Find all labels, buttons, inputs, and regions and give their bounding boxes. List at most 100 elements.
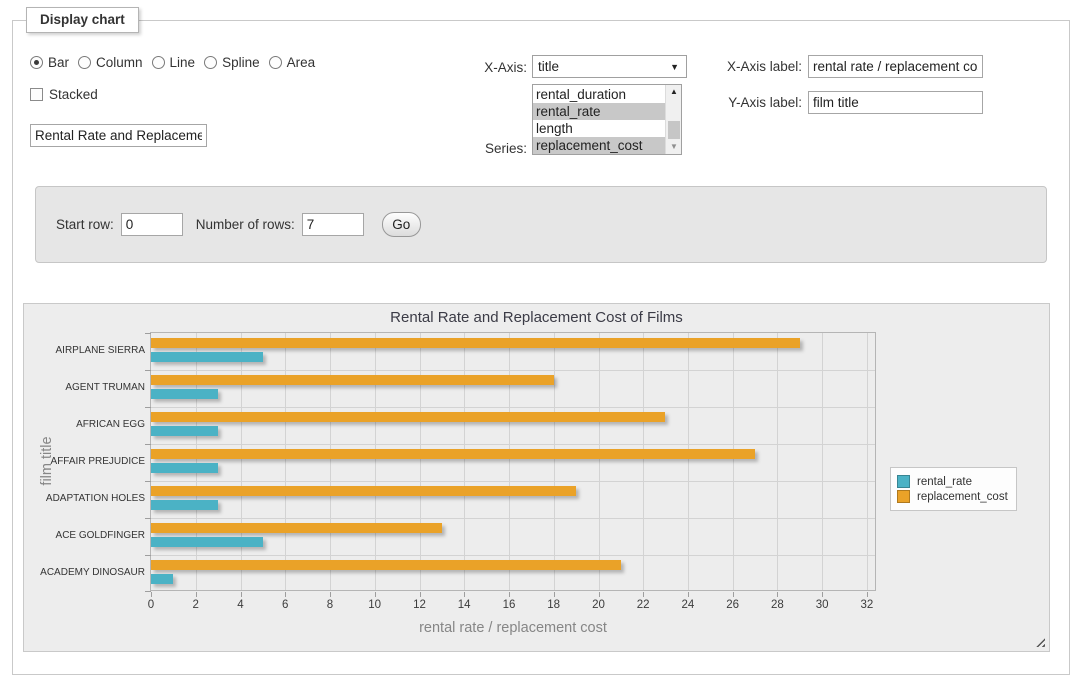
x-axis-select-label: X-Axis: — [430, 60, 527, 75]
x-tick-label: 26 — [726, 599, 739, 611]
x-tick-label: 22 — [637, 599, 650, 611]
stacked-checkbox-row[interactable]: Stacked — [30, 87, 98, 102]
start-row-input[interactable] — [121, 213, 183, 236]
series-option-length[interactable]: length — [533, 120, 665, 137]
start-row-label: Start row: — [56, 217, 114, 232]
page: Display chart Bar Column Line Spline Area St… — [0, 0, 1081, 681]
bar-replacement-cost — [151, 412, 665, 422]
radio-label: Spline — [222, 55, 260, 70]
x-tick-label: 10 — [368, 599, 381, 611]
bar-rental-rate — [151, 426, 218, 436]
legend-swatch-icon — [897, 490, 910, 503]
radio-label: Column — [96, 55, 143, 70]
radio-icon[interactable] — [269, 56, 282, 69]
bar-rental-rate — [151, 537, 263, 547]
series-option-rental_duration[interactable]: rental_duration — [533, 86, 665, 103]
x-tick-mark — [196, 592, 197, 597]
category-label: AIRPLANE SIERRA — [24, 332, 145, 369]
bar-replacement-cost — [151, 449, 755, 459]
stacked-checkbox[interactable] — [30, 88, 43, 101]
y-axis-label-field-label: Y-Axis label: — [700, 95, 802, 110]
chart-legend: rental_rate replacement_cost — [890, 467, 1017, 511]
x-tick-mark — [464, 592, 465, 597]
legend-item-rental_rate: rental_rate — [897, 475, 1008, 488]
x-tick-mark — [554, 592, 555, 597]
x-tick-label: 32 — [860, 599, 873, 611]
x-tick-label: 14 — [458, 599, 471, 611]
legend-item-replacement_cost: replacement_cost — [897, 490, 1008, 503]
x-tick-mark — [643, 592, 644, 597]
x-axis-select[interactable]: title ▼ — [532, 55, 687, 78]
radio-label: Bar — [48, 55, 69, 70]
radio-icon[interactable] — [78, 56, 91, 69]
x-axis-label-field-label: X-Axis label: — [700, 59, 802, 74]
x-tick-mark — [509, 592, 510, 597]
series-option-replacement_cost[interactable]: replacement_cost — [533, 137, 665, 154]
x-axis-label-input[interactable] — [808, 55, 983, 78]
x-tick-label: 0 — [148, 599, 154, 611]
category-label: ADAPTATION HOLES — [24, 480, 145, 517]
resize-handle-icon[interactable] — [1035, 637, 1045, 647]
x-tick-label: 8 — [327, 599, 333, 611]
radio-label: Area — [287, 55, 316, 70]
bar-rental-rate — [151, 500, 218, 510]
series-option-rental_rate[interactable]: rental_rate — [533, 103, 665, 120]
category-label: AGENT TRUMAN — [24, 369, 145, 406]
scroll-up-icon[interactable]: ▲ — [666, 85, 682, 99]
x-axis-selected-value: title — [538, 59, 670, 74]
x-tick-label: 28 — [771, 599, 784, 611]
x-tick-mark — [867, 592, 868, 597]
x-tick-mark — [241, 592, 242, 597]
bar-rental-rate — [151, 463, 218, 473]
go-button[interactable]: Go — [382, 212, 421, 237]
radio-icon[interactable] — [204, 56, 217, 69]
fieldset-legend: Display chart — [26, 7, 139, 33]
radio-icon[interactable] — [30, 56, 43, 69]
x-tick-mark — [733, 592, 734, 597]
bar-replacement-cost — [151, 486, 576, 496]
chart-title: Rental Rate and Replacement Cost of Film… — [24, 309, 1049, 326]
number-of-rows-input[interactable] — [302, 213, 364, 236]
chart-type-radio-group: Bar Column Line Spline Area — [30, 55, 324, 70]
chart-type-option-column[interactable]: Column — [78, 55, 143, 70]
x-tick-label: 30 — [816, 599, 829, 611]
stacked-label: Stacked — [49, 87, 98, 102]
x-tick-mark — [330, 592, 331, 597]
category-label: AFRICAN EGG — [24, 406, 145, 443]
category-label: ACADEMY DINOSAUR — [24, 554, 145, 591]
x-tick-label: 12 — [413, 599, 426, 611]
chart-type-option-line[interactable]: Line — [152, 55, 196, 70]
chart-type-option-spline[interactable]: Spline — [204, 55, 260, 70]
x-tick-label: 16 — [503, 599, 516, 611]
scrollbar-thumb[interactable] — [668, 121, 680, 139]
x-tick-label: 20 — [592, 599, 605, 611]
category-label: AFFAIR PREJUDICE — [24, 443, 145, 480]
bar-rental-rate — [151, 574, 173, 584]
legend-label: rental_rate — [917, 476, 972, 488]
x-tick-mark — [599, 592, 600, 597]
x-tick-mark — [777, 592, 778, 597]
series-multiselect[interactable]: rental_durationrental_ratelengthreplacem… — [532, 84, 682, 155]
x-tick-mark — [285, 592, 286, 597]
bar-group-affair-prejudice — [151, 444, 875, 481]
radio-icon[interactable] — [152, 56, 165, 69]
legend-swatch-icon — [897, 475, 910, 488]
scroll-down-icon[interactable]: ▼ — [666, 140, 682, 154]
bar-replacement-cost — [151, 560, 621, 570]
bar-group-airplane-sierra — [151, 333, 875, 370]
bar-group-agent-truman — [151, 370, 875, 407]
series-select-label: Series: — [430, 141, 527, 156]
category-label: ACE GOLDFINGER — [24, 517, 145, 554]
bar-replacement-cost — [151, 338, 800, 348]
series-scrollbar[interactable]: ▲ ▼ — [665, 85, 681, 154]
chart-type-option-bar[interactable]: Bar — [30, 55, 69, 70]
y-axis-label-input[interactable] — [808, 91, 983, 114]
chart-title-input[interactable] — [30, 124, 207, 147]
x-tick-label: 6 — [282, 599, 288, 611]
bar-group-african-egg — [151, 407, 875, 444]
bar-replacement-cost — [151, 375, 554, 385]
bar-group-adaptation-holes — [151, 481, 875, 518]
x-tick-label: 18 — [547, 599, 560, 611]
chart-type-option-area[interactable]: Area — [269, 55, 316, 70]
rows-control-panel: Start row: Number of rows: Go — [35, 186, 1047, 263]
